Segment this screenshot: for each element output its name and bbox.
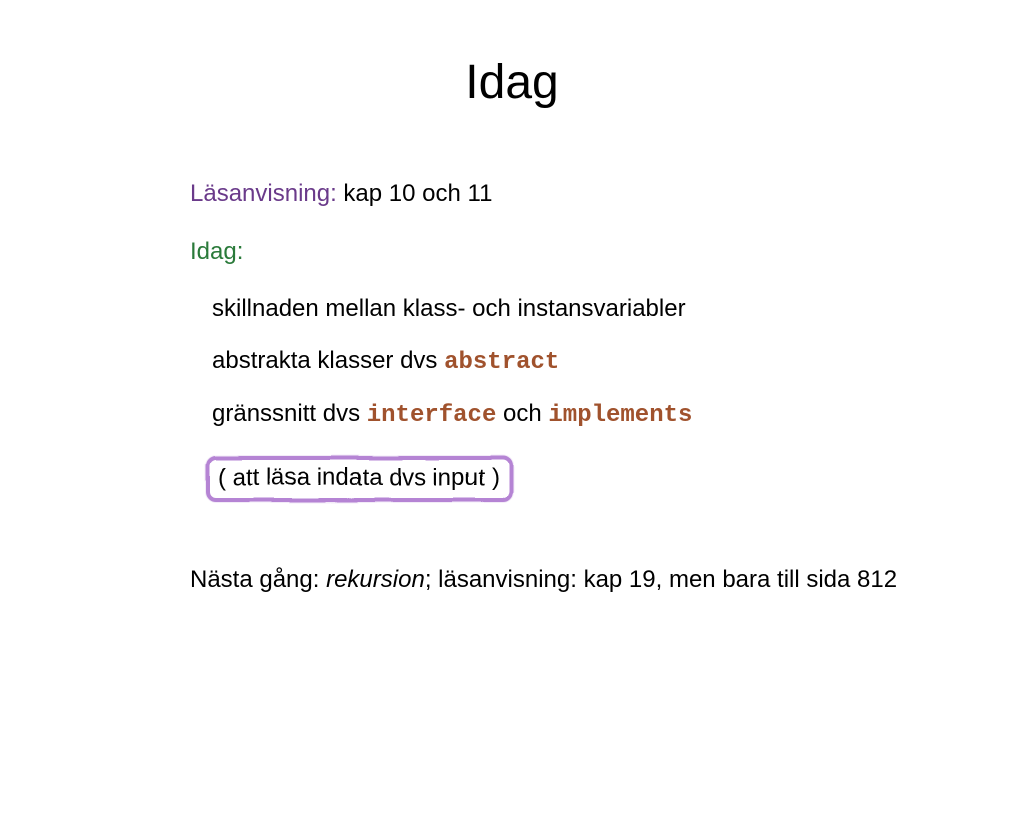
page-title: Idag — [0, 55, 1024, 110]
next-pre: Nästa gång: — [190, 566, 326, 593]
bullet-2-pre: abstrakta klasser dvs — [212, 347, 444, 374]
code-implements: implements — [548, 402, 692, 429]
highlight-box: ( att läsa indata dvs input ) — [206, 456, 513, 502]
bullet-4-wrap: ( att läsa indata dvs input ) — [212, 454, 904, 502]
code-interface: interface — [367, 402, 497, 429]
bullet-2: abstrakta klasser dvs abstract — [212, 347, 904, 377]
idag-text: Idag: — [190, 238, 243, 265]
reading-label: Läsanvisning: — [190, 180, 337, 207]
next-italic: rekursion — [326, 566, 425, 593]
bullet-1: skillnaden mellan klass- och instansvari… — [212, 295, 904, 323]
bullet-3-mid: och — [496, 400, 548, 427]
next-line: Nästa gång: rekursion; läsanvisning: kap… — [190, 566, 904, 594]
bullet-3: gränssnitt dvs interface och implements — [212, 400, 904, 430]
next-post: ; läsanvisning: kap 19, men bara till si… — [425, 566, 897, 593]
reading-line: Läsanvisning: kap 10 och 11 — [190, 180, 904, 208]
reading-text: kap 10 och 11 — [337, 180, 493, 207]
code-abstract: abstract — [444, 349, 559, 376]
slide: Idag Läsanvisning: kap 10 och 11 Idag: s… — [0, 55, 1024, 823]
content: Läsanvisning: kap 10 och 11 Idag: skilln… — [190, 180, 904, 593]
bullet-4: ( att läsa indata dvs input ) — [218, 464, 499, 491]
idag-label: Idag: — [190, 238, 904, 266]
bullet-3-pre: gränssnitt dvs — [212, 400, 367, 427]
